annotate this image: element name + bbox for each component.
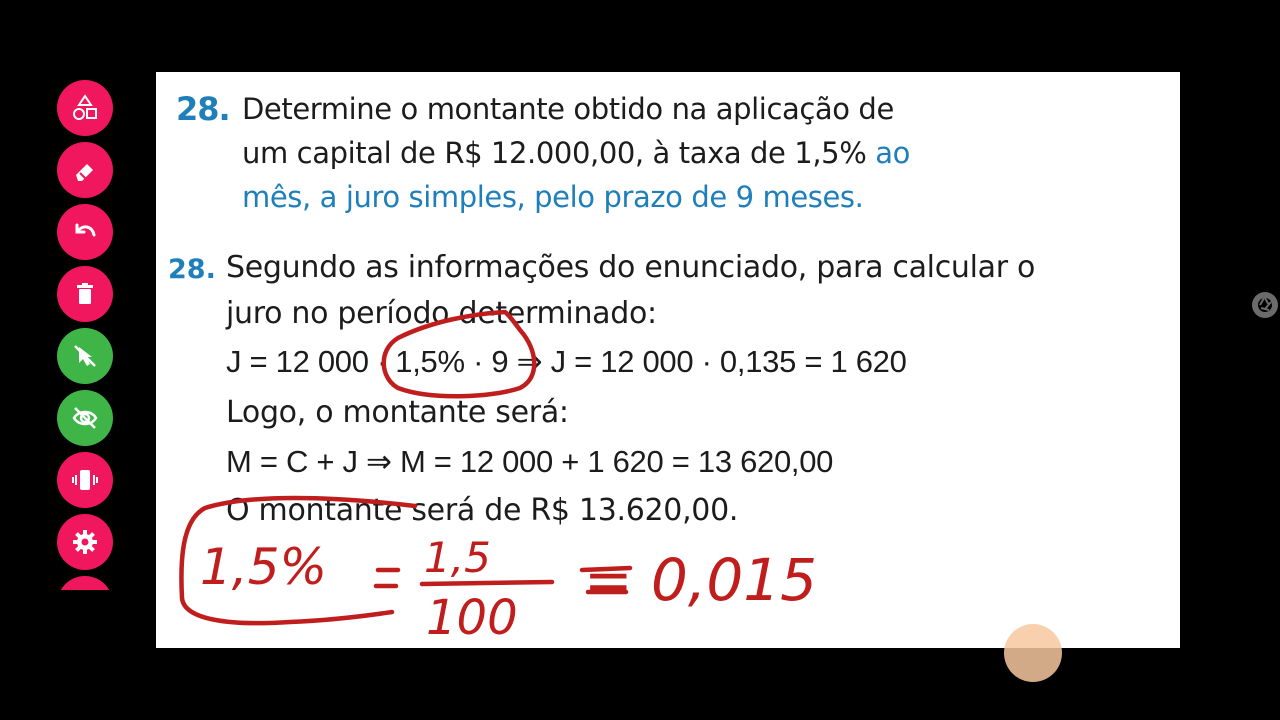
answer-equation-juro: J = 12 000 · 1,5% · 9 ⇒ J = 12 000 · 0,1… (226, 344, 907, 379)
pointer-indicator (1004, 624, 1062, 682)
floating-toolbar (56, 70, 114, 590)
undo-icon (75, 223, 96, 237)
hide-toggle[interactable] (57, 390, 113, 446)
question-number: 28. (176, 90, 231, 128)
clear-button[interactable] (57, 266, 113, 322)
question-line-3: mês, a juro simples, pelo prazo de 9 mes… (242, 180, 864, 214)
pass-through-toggle[interactable] (57, 328, 113, 384)
vibrate-toggle[interactable] (57, 452, 113, 508)
undo-button[interactable] (57, 204, 113, 260)
answer-line-4: Logo, o montante será: (226, 395, 569, 430)
answer-number: 28. (168, 254, 216, 285)
vibrate-icon (72, 470, 98, 490)
cursor-off-icon (74, 345, 96, 367)
textbook-page: 28. Determine o montante obtido na aplic… (156, 72, 1180, 648)
answer-line-6: O montante será de R$ 13.620,00. (226, 493, 739, 528)
gear-icon (73, 530, 97, 554)
answer-line-1: Segundo as informações do enunciado, par… (226, 250, 1036, 285)
camera-shutter-icon[interactable] (1250, 290, 1280, 320)
answer-equation-montante: M = C + J ⇒ M = 12 000 + 1 620 = 13 620,… (226, 444, 834, 479)
eye-off-icon (72, 407, 98, 429)
eraser-tool[interactable] (57, 142, 113, 198)
settings-button[interactable] (57, 514, 113, 570)
shapes-icon (73, 94, 97, 120)
question-line-2-text: um capital de R$ 12.000,00, à taxa de 1,… (242, 136, 867, 170)
shapes-tool[interactable] (57, 80, 113, 136)
question-line-2-blue: ao (866, 136, 910, 170)
more-tool-button[interactable] (57, 576, 113, 590)
question-line-2: um capital de R$ 12.000,00, à taxa de 1,… (242, 136, 910, 170)
eraser-icon (76, 164, 93, 181)
question-line-1: Determine o montante obtido na aplicação… (242, 92, 894, 126)
answer-line-2: juro no período determinado: (226, 296, 657, 331)
trash-icon (77, 283, 93, 304)
